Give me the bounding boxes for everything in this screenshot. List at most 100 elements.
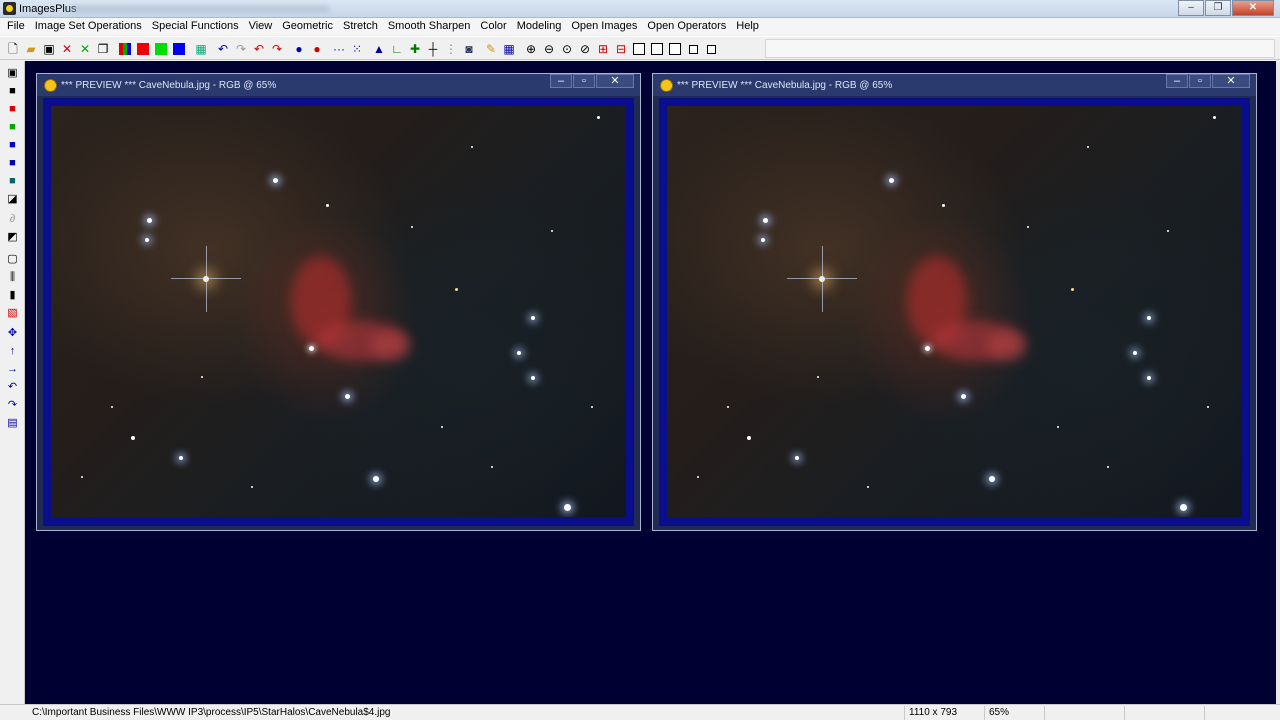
sun-icon [661,80,672,91]
close-image-icon[interactable]: ✕ [58,40,76,58]
levels-icon[interactable]: ⫼ [5,270,20,285]
save-icon[interactable]: ▣ [5,66,20,81]
scrollbar-strip[interactable] [1276,61,1280,704]
subtract-red-icon[interactable]: ⊟ [612,40,630,58]
window-4-icon[interactable] [684,40,702,58]
redo-red-icon[interactable]: ↷ [268,40,286,58]
menu-color[interactable]: Color [475,18,511,35]
menu-geometric[interactable]: Geometric [277,18,338,35]
zoom-fit-icon[interactable]: ⊙ [558,40,576,58]
star-spike [822,246,823,312]
rotate-left-icon[interactable]: ↶ [5,380,20,395]
menu-view[interactable]: View [244,18,278,35]
maximize-button[interactable]: ▫ [1189,74,1211,88]
preview-window-left[interactable]: *** PREVIEW *** CaveNebula.jpg - RGB @ 6… [36,73,641,531]
star [1147,376,1151,380]
black-square-icon[interactable]: ■ [5,84,20,99]
minimize-button[interactable]: – [1178,0,1204,16]
menu-modeling[interactable]: Modeling [512,18,567,35]
close-button[interactable]: ✕ [1232,0,1274,16]
star [1167,230,1169,232]
dotted-grid-icon[interactable]: ⋮ [442,40,460,58]
window-1-icon[interactable] [630,40,648,58]
star [345,394,350,399]
move-icon[interactable]: ✥ [5,326,20,341]
undo-red-icon[interactable]: ↶ [250,40,268,58]
crosshair-green-icon[interactable]: ✚ [406,40,424,58]
grid-icon[interactable]: ▦ [192,40,210,58]
camera-icon[interactable]: ◙ [460,40,478,58]
preview-titlebar[interactable]: *** PREVIEW *** CaveNebula.jpg - RGB @ 6… [37,74,640,96]
lasso-icon[interactable]: ∂ [5,212,20,227]
pencil-icon[interactable]: ✎ [482,40,500,58]
record-blue-icon[interactable]: ● [290,40,308,58]
crop-icon[interactable]: ▧ [5,306,20,321]
blue-square-2-icon[interactable]: ■ [5,156,20,171]
toolbar-empty-area [765,39,1275,58]
maximize-button[interactable]: ❐ [1205,0,1231,16]
record-red-icon[interactable]: ● [308,40,326,58]
preview-image[interactable] [51,106,626,517]
nebula-red-3 [371,331,411,361]
info-icon[interactable]: ▤ [5,416,20,431]
star [989,476,995,482]
red-channel-icon[interactable] [134,40,152,58]
zoom-actual-icon[interactable]: ⊘ [576,40,594,58]
arrow-right-icon[interactable]: → [5,362,20,377]
star [1027,226,1029,228]
maximize-button[interactable]: ▫ [573,74,595,88]
window-5-icon[interactable] [702,40,720,58]
preview-window-right[interactable]: *** PREVIEW *** CaveNebula.jpg - RGB @ 6… [652,73,1257,531]
preview-titlebar[interactable]: *** PREVIEW *** CaveNebula.jpg - RGB @ 6… [653,74,1256,96]
curve-icon[interactable]: ∟ [388,40,406,58]
preview-image[interactable] [667,106,1242,517]
close-button[interactable]: ✕ [596,74,634,88]
frame-icon[interactable]: ▢ [5,252,20,267]
menu-open-images[interactable]: Open Images [566,18,642,35]
table-icon[interactable]: ▦ [500,40,518,58]
menu-stretch[interactable]: Stretch [338,18,383,35]
crosshair-icon[interactable]: ┼ [424,40,442,58]
zoom-out-icon[interactable]: ⊖ [540,40,558,58]
black-bar-icon[interactable]: ▮ [5,288,20,303]
rotate-right-icon[interactable]: ↷ [5,398,20,413]
green-square-icon[interactable]: ■ [5,120,20,135]
minimize-button[interactable]: – [1166,74,1188,88]
star [551,230,553,232]
undo-icon[interactable]: ↶ [214,40,232,58]
teal-square-icon[interactable]: ■ [5,174,20,189]
add-red-icon[interactable]: ⊞ [594,40,612,58]
window-3-icon[interactable] [666,40,684,58]
status-file-path: C:\Important Business Files\WWW IP3\proc… [32,707,391,718]
menu-file[interactable]: File [2,18,30,35]
star [411,226,413,228]
blue-channel-icon[interactable] [170,40,188,58]
blue-square-icon[interactable]: ■ [5,138,20,153]
close-all-icon[interactable]: ✕ [76,40,94,58]
rgb-channels-icon[interactable] [116,40,134,58]
green-channel-icon[interactable] [152,40,170,58]
menu-special-functions[interactable]: Special Functions [147,18,244,35]
copy-icon[interactable]: ❐ [94,40,112,58]
open-folder-icon[interactable]: ▰ [22,40,40,58]
minimize-button[interactable]: – [550,74,572,88]
new-file-icon[interactable]: 🗋 [4,40,22,58]
menu-smooth-sharpen[interactable]: Smooth Sharpen [383,18,476,35]
gradient-icon[interactable]: ◩ [5,230,20,245]
close-button[interactable]: ✕ [1212,74,1250,88]
redo-icon[interactable]: ↷ [232,40,250,58]
zoom-in-icon[interactable]: ⊕ [522,40,540,58]
histogram-icon[interactable]: ▲ [370,40,388,58]
star [455,288,458,291]
dots-icon[interactable]: ··· [330,40,348,58]
menu-open-operators[interactable]: Open Operators [642,18,731,35]
arrow-up-icon[interactable]: ↑ [5,344,20,359]
menu-image-set-operations[interactable]: Image Set Operations [30,18,147,35]
save-icon[interactable]: ▣ [40,40,58,58]
red-square-icon[interactable]: ■ [5,102,20,117]
scatter-icon[interactable]: ⁙ [348,40,366,58]
menu-help[interactable]: Help [731,18,764,35]
blurred-title-area [70,5,330,13]
window-2-icon[interactable] [648,40,666,58]
bw-square-icon[interactable]: ◪ [5,192,20,207]
